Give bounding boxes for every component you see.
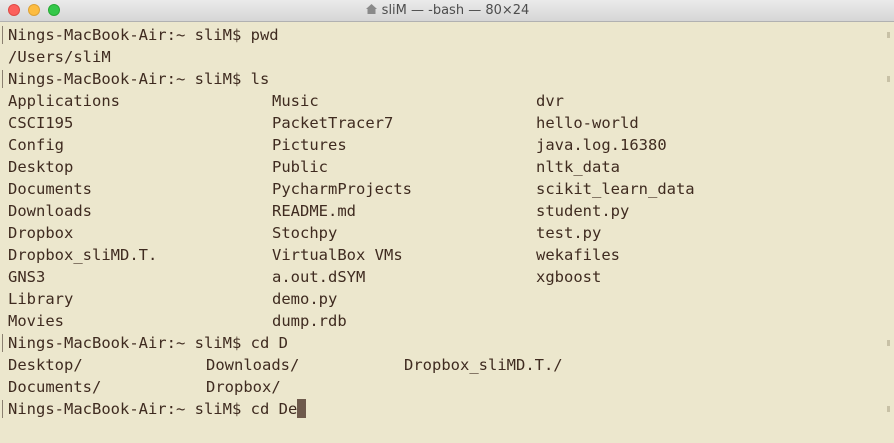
completion-entry: Desktop/ (8, 356, 83, 374)
ls-entry: VirtualBox VMs (272, 246, 403, 264)
ls-entry: scikit_learn_data (536, 180, 695, 198)
ls-entry: Dropbox (8, 224, 74, 242)
ls-entry: Documents (8, 180, 92, 198)
ls-entry: wekafiles (536, 246, 620, 264)
ls-entry: PycharmProjects (272, 180, 412, 198)
terminal-window: sliM — -bash — 80×24 Nings-MacBook-Air:~… (0, 0, 894, 443)
title-bar[interactable]: sliM — -bash — 80×24 (0, 0, 894, 22)
prompt-line-pwd: Nings-MacBook-Air:~ sliM$ pwd (8, 24, 279, 46)
completion-entry: Downloads/ (206, 356, 300, 374)
ls-entry: Downloads (8, 202, 92, 220)
ls-entry: CSCI195 (8, 114, 74, 132)
mark-bracket (2, 334, 3, 352)
command-text: pwd (250, 26, 279, 44)
mark-bracket (2, 70, 3, 88)
ls-entry: PacketTracer7 (272, 114, 394, 132)
ls-entry: hello-world (536, 114, 639, 132)
command-input[interactable]: cd De (251, 400, 298, 418)
text-cursor (297, 399, 307, 418)
command-text: cd D (250, 334, 288, 352)
prompt: Nings-MacBook-Air:~ sliM$ (8, 70, 251, 88)
ls-entry: GNS3 (8, 268, 46, 286)
ls-entry: a.out.dSYM (272, 268, 366, 286)
ls-entry: xgboost (536, 268, 602, 286)
ls-entry: Stochpy (272, 224, 338, 242)
prompt-line-cd-de: Nings-MacBook-Air:~ sliM$ cd De (8, 398, 307, 420)
ls-entry: README.md (272, 202, 356, 220)
scroll-mark (887, 76, 890, 82)
scroll-mark (887, 406, 890, 412)
prompt-line-cd-d: Nings-MacBook-Air:~ sliM$ cd D (8, 332, 288, 354)
ls-entry: Dropbox_sliMD.T. (8, 246, 158, 264)
scroll-mark (887, 32, 890, 38)
window-title-area: sliM — -bash — 80×24 (0, 0, 894, 22)
pwd-output: /Users/sliM (8, 48, 111, 66)
ls-entry: Music (272, 92, 319, 110)
completion-entry: Dropbox/ (206, 378, 281, 396)
mark-bracket (2, 400, 3, 418)
completion-entry: Dropbox_sliMD.T./ (404, 356, 563, 374)
window-title: sliM — -bash — 80×24 (381, 3, 530, 18)
ls-entry: Desktop (8, 158, 74, 176)
ls-entry: Movies (8, 312, 64, 330)
command-text: ls (250, 70, 270, 88)
prompt: Nings-MacBook-Air:~ sliM$ (8, 400, 251, 418)
ls-entry: Applications (8, 92, 120, 110)
ls-entry: demo.py (272, 290, 338, 308)
ls-entry: Config (8, 136, 64, 154)
ls-entry: dvr (536, 92, 564, 110)
mark-bracket (2, 26, 3, 44)
prompt: Nings-MacBook-Air:~ sliM$ (8, 334, 251, 352)
ls-entry: student.py (536, 202, 630, 220)
ls-entry: Public (272, 158, 328, 176)
home-folder-icon (365, 4, 377, 14)
ls-entry: java.log.16380 (536, 136, 667, 154)
terminal-content[interactable]: Nings-MacBook-Air:~ sliM$ pwd /Users/sli… (0, 22, 894, 443)
completion-entry: Documents/ (8, 378, 102, 396)
ls-entry: Library (8, 290, 74, 308)
ls-entry: test.py (536, 224, 602, 242)
ls-entry: nltk_data (536, 158, 620, 176)
ls-entry: Pictures (272, 136, 347, 154)
scroll-mark (887, 340, 890, 346)
ls-entry: dump.rdb (272, 312, 347, 330)
prompt-line-ls: Nings-MacBook-Air:~ sliM$ ls (8, 68, 269, 90)
prompt: Nings-MacBook-Air:~ sliM$ (8, 26, 251, 44)
